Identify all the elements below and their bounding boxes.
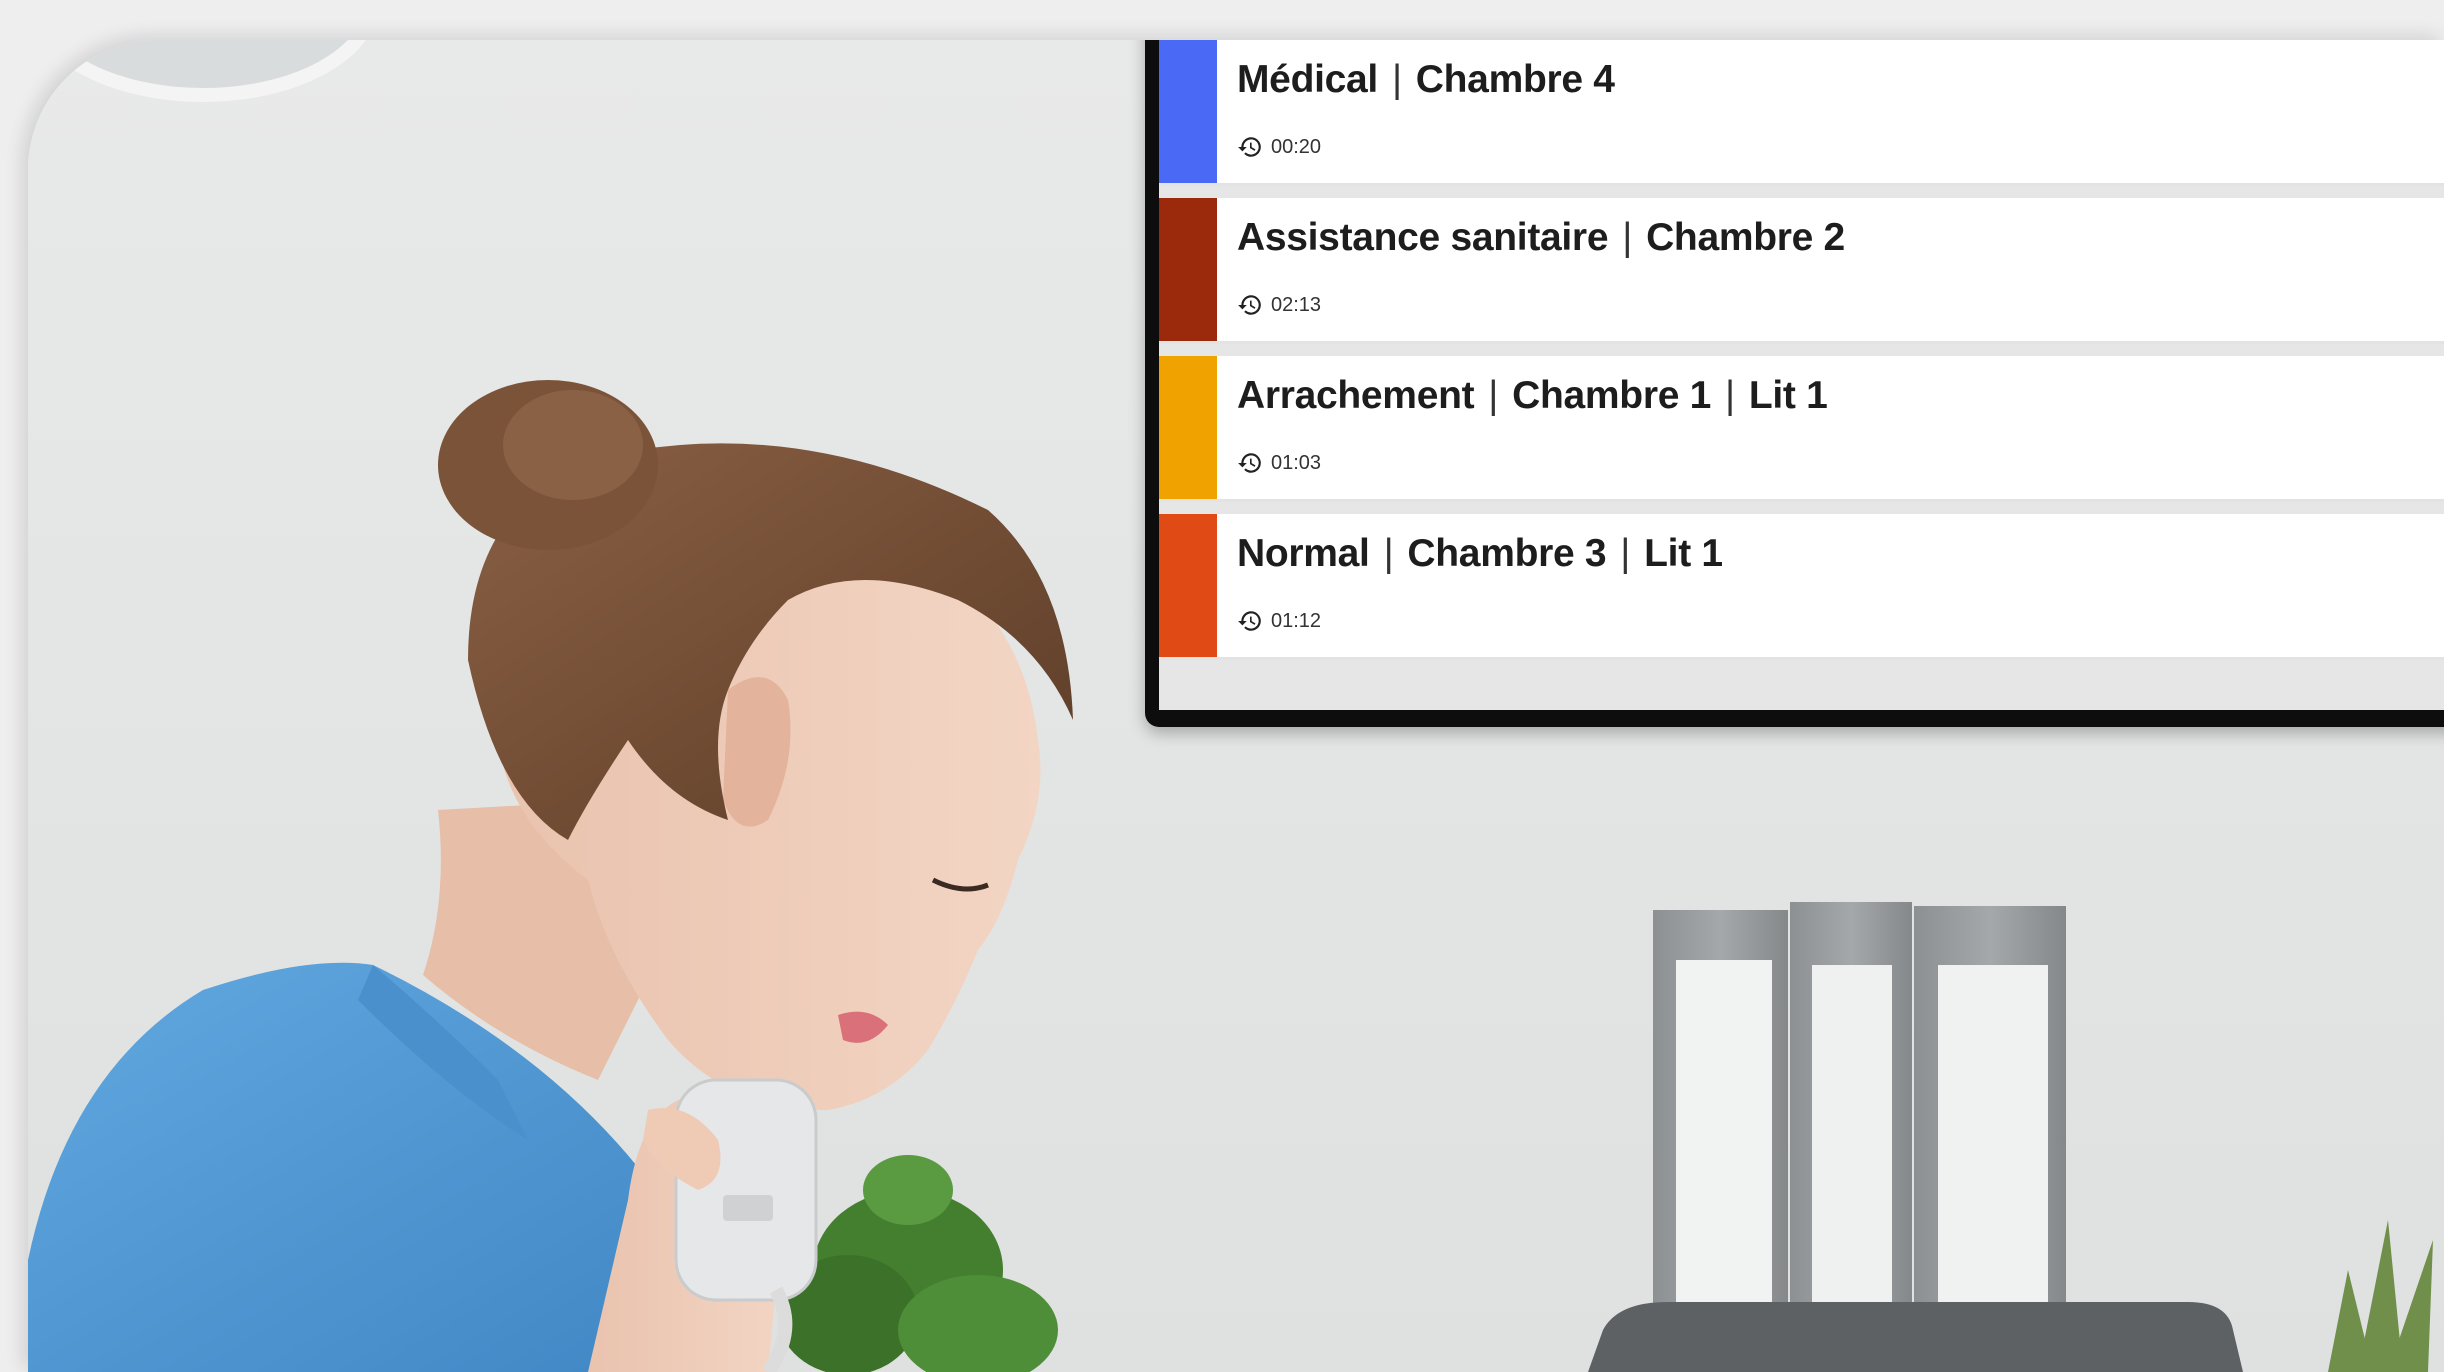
alarm-bed: Lit 1 <box>1748 374 1828 417</box>
alarm-title: Normal | Chambre 3 | Lit 1 <box>1237 532 1723 576</box>
separator: | <box>1725 374 1735 417</box>
alarm-room: Chambre 2 <box>1646 216 1845 259</box>
desk-computer <box>1588 1302 2243 1372</box>
alarm-room: Chambre 4 <box>1415 58 1615 101</box>
elapsed-time: 00:20 <box>1271 135 1322 158</box>
wall-display: Médical | Chambre 4 00:20 Assistance sanit… <box>1145 40 2444 727</box>
separator: | <box>1391 58 1402 101</box>
alarm-title: Médical | Chambre 4 <box>1237 58 1615 102</box>
separator: | <box>1620 532 1631 575</box>
alarm-elapsed: 00:20 <box>1237 134 1321 160</box>
alarm-room: Chambre 3 <box>1407 532 1607 575</box>
history-icon <box>1238 137 1261 157</box>
alarm-type: Médical <box>1237 58 1378 101</box>
separator: | <box>1488 374 1499 417</box>
alarm-color-stripe <box>1159 356 1217 499</box>
alarm-color-stripe <box>1159 40 1217 183</box>
alarm-row[interactable]: Arrachement | Chambre 1 | Lit 1 01:03 <box>1159 356 2444 502</box>
history-icon <box>1238 611 1261 631</box>
alarm-row[interactable]: Médical | Chambre 4 00:20 <box>1159 40 2444 186</box>
alarm-row[interactable]: Normal | Chambre 3 | Lit 1 01:12 <box>1159 514 2444 660</box>
photo-frame: Médical | Chambre 4 00:20 Assistance sanit… <box>28 40 2444 1372</box>
alarm-room: Chambre 1 <box>1512 374 1712 417</box>
history-icon <box>1238 453 1261 473</box>
separator: | <box>1622 216 1633 259</box>
elapsed-time: 01:12 <box>1271 609 1322 632</box>
alarm-screen: Médical | Chambre 4 00:20 Assistance sanit… <box>1159 40 2444 710</box>
alarm-elapsed: 01:03 <box>1237 450 1321 476</box>
binders <box>1653 902 2066 1372</box>
alarm-type: Normal <box>1237 532 1370 575</box>
alarm-row[interactable]: Assistance sanitaire | Chambre 2 02:13 <box>1159 198 2444 344</box>
separator: | <box>1383 532 1394 575</box>
alarm-bed: Lit 1 <box>1644 532 1723 575</box>
alarm-color-stripe <box>1159 514 1217 657</box>
elapsed-time: 01:03 <box>1271 451 1322 474</box>
alarm-title: Assistance sanitaire | Chambre 2 <box>1237 216 1845 260</box>
alarm-type: Assistance sanitaire <box>1237 216 1609 259</box>
alarm-elapsed: 01:12 <box>1237 608 1321 634</box>
history-icon <box>1238 295 1261 315</box>
alarm-elapsed: 02:13 <box>1237 292 1321 318</box>
elapsed-time: 02:13 <box>1271 293 1322 316</box>
alarm-title: Arrachement | Chambre 1 | Lit 1 <box>1237 374 1828 418</box>
alarm-type: Arrachement <box>1237 374 1475 417</box>
alarm-color-stripe <box>1159 198 1217 341</box>
phone-handset <box>674 1078 818 1302</box>
